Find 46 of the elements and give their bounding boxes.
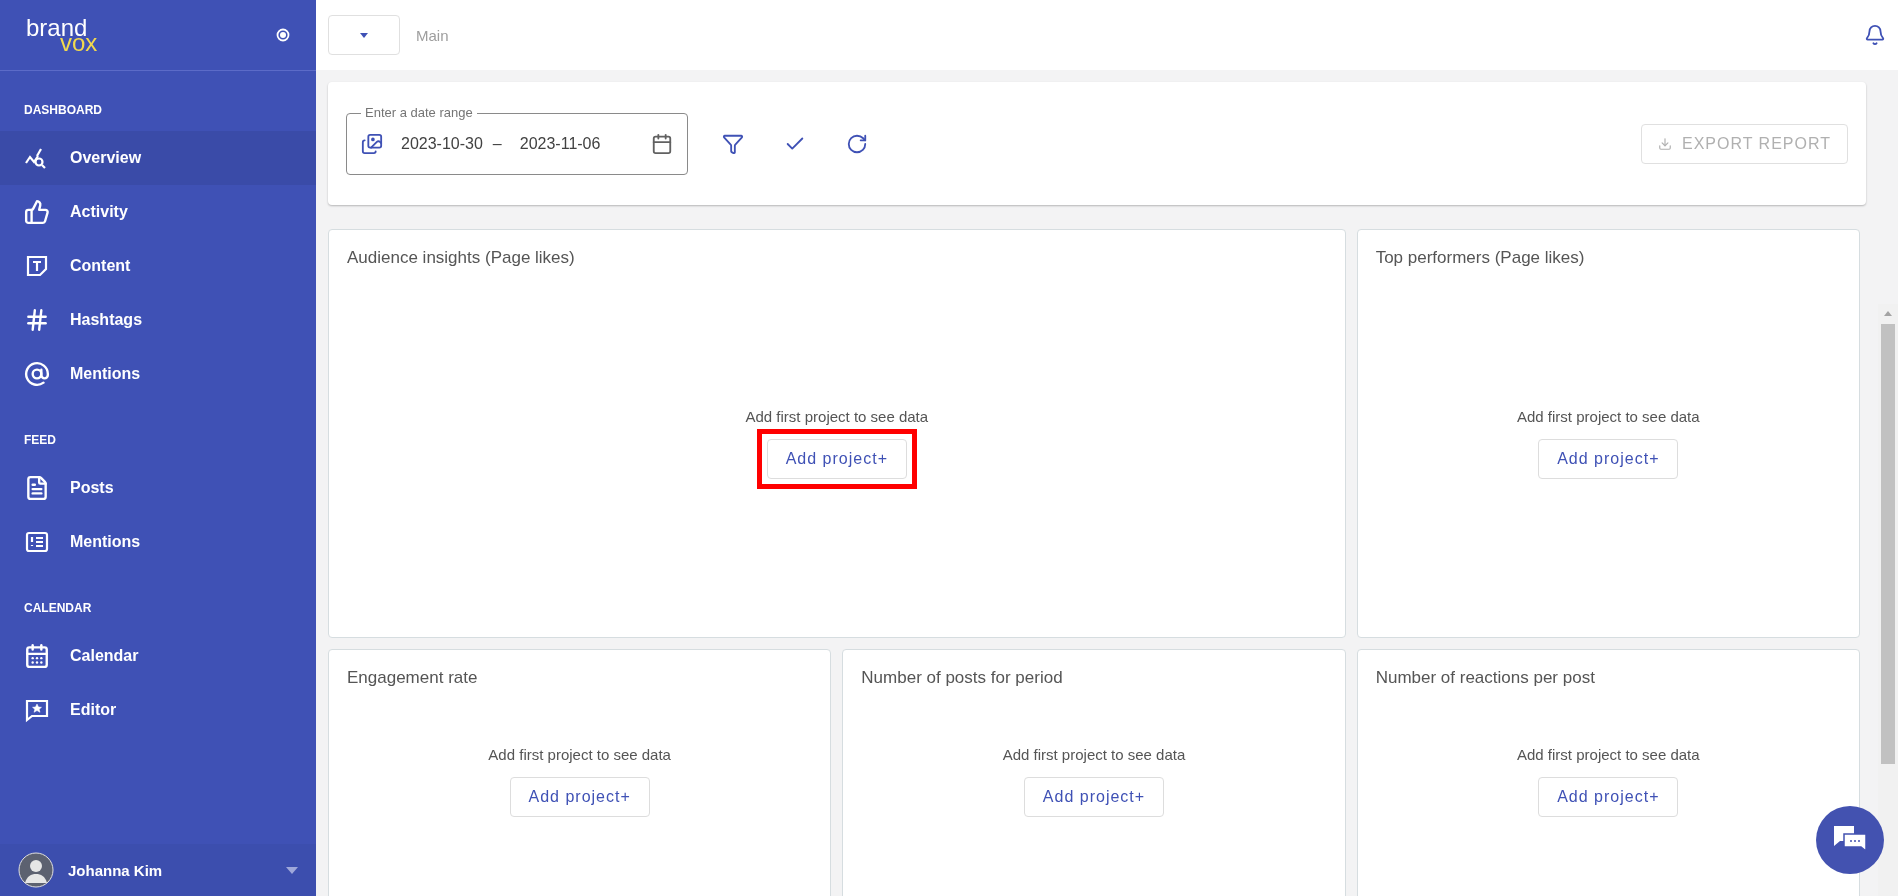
nav-item[interactable]: Mentions xyxy=(0,515,316,569)
list-icon xyxy=(24,529,50,555)
nav-item[interactable]: Mentions xyxy=(0,347,316,401)
empty-message: Add first project to see data xyxy=(1002,746,1186,763)
caret-icon xyxy=(360,32,368,38)
nav-item[interactable]: Hashtags xyxy=(0,293,316,347)
nav-item[interactable]: Activity xyxy=(0,185,316,239)
hash-icon xyxy=(24,307,50,333)
breadcrumb: Main xyxy=(416,26,449,44)
nav-item[interactable]: Calendar xyxy=(0,629,316,683)
add-project-button[interactable]: Add project+ xyxy=(1538,777,1679,817)
calendar-icon[interactable] xyxy=(651,132,673,155)
star-message-icon xyxy=(24,697,50,723)
card-title: Top performers (Page likes) xyxy=(1375,248,1586,268)
text-box-icon xyxy=(24,253,50,279)
document-icon xyxy=(24,475,50,501)
thumbs-up-icon xyxy=(24,199,50,225)
empty-message: Add first project to see data xyxy=(488,746,671,763)
empty-message: Add first project to see data xyxy=(1517,408,1700,425)
card-title: Number of reactions per post xyxy=(1375,668,1596,688)
nav-item[interactable]: Editor xyxy=(0,683,316,737)
section-title: FEED xyxy=(23,432,57,449)
nav-item[interactable]: Content xyxy=(0,239,316,293)
radio-toggle-icon[interactable] xyxy=(276,28,290,42)
card-title: Audience insights (Page likes) xyxy=(347,248,576,268)
nav-item[interactable]: Overview xyxy=(0,131,316,185)
add-project-button[interactable]: Add project+ xyxy=(766,439,907,479)
notification-bell-icon[interactable] xyxy=(1864,24,1886,46)
calendar-icon xyxy=(24,643,50,669)
logo: brand vox xyxy=(26,17,98,53)
section-title: DASHBOARD xyxy=(23,102,103,119)
images-icon xyxy=(361,132,383,155)
caret-icon[interactable] xyxy=(286,866,298,874)
add-project-button[interactable]: Add project+ xyxy=(1023,777,1165,817)
card-title: Number of posts for period xyxy=(861,668,1064,688)
avatar-silhouette xyxy=(18,852,54,888)
nav-item[interactable]: Posts xyxy=(0,461,316,515)
empty-message: Add first project to see data xyxy=(745,408,929,425)
add-project-button[interactable]: Add project+ xyxy=(509,777,650,817)
at-sign-icon xyxy=(24,361,50,387)
add-project-button[interactable]: Add project+ xyxy=(1538,439,1679,479)
section-title: CALENDAR xyxy=(23,600,93,617)
card-title: Engagement rate xyxy=(347,668,479,688)
empty-message: Add first project to see data xyxy=(1517,746,1700,763)
download-icon xyxy=(1657,136,1672,151)
user-name: Johanna Kim xyxy=(68,861,164,879)
